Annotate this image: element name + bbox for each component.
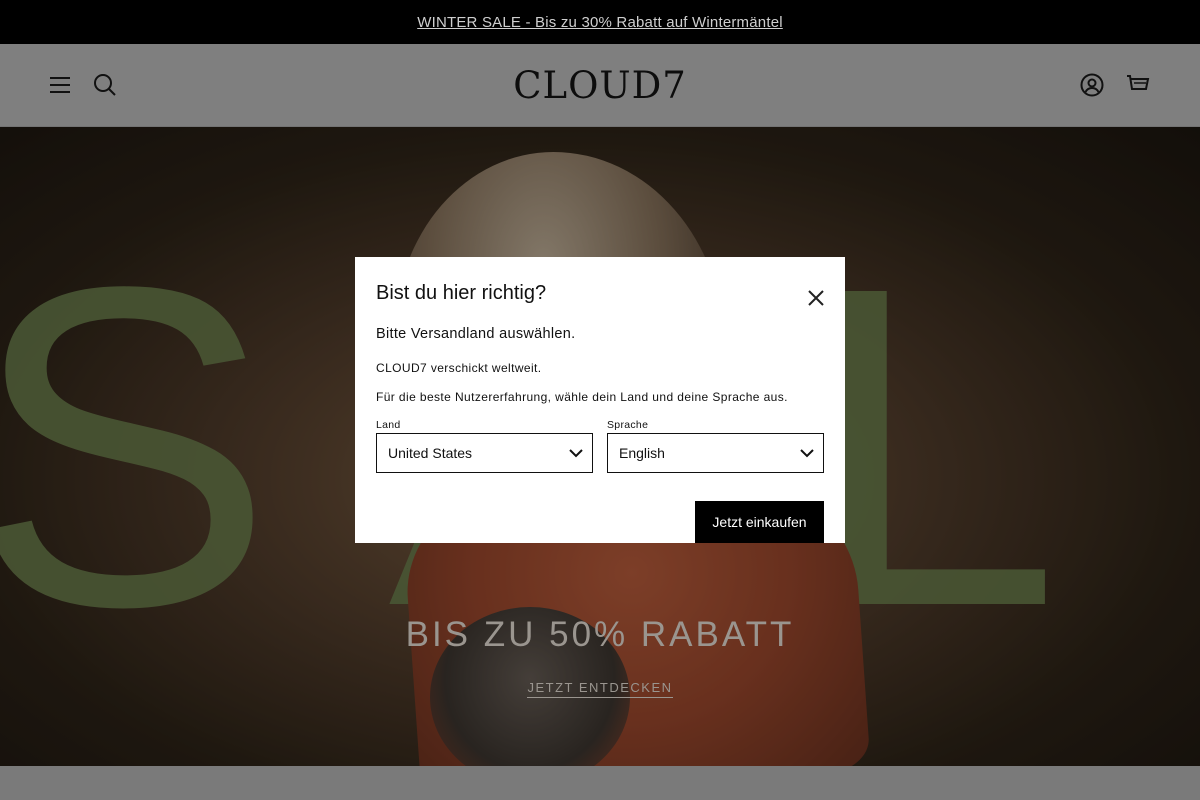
hero-title: BIS ZU 50% RABATT [405,615,795,654]
modal-subtitle: Bitte Versandland auswählen. [376,326,576,342]
country-label: Land [376,419,401,431]
country-select[interactable]: United States [376,433,593,473]
language-label: Sprache [607,419,649,431]
modal-text-shipping: CLOUD7 verschickt weltweit. [376,361,542,375]
hero-cta-link[interactable]: JETZT ENTDECKEN [527,680,673,698]
header-overlay [0,44,1200,127]
language-value: English [619,445,665,461]
close-icon[interactable] [804,286,828,310]
bottom-strip [0,766,1200,800]
announcement-link[interactable]: WINTER SALE - Bis zu 30% Rabatt auf Wint… [417,14,783,31]
chevron-down-icon [569,449,583,458]
chevron-down-icon [800,449,814,458]
modal-text-experience: Für die beste Nutzererfahrung, wähle dei… [376,390,788,404]
announcement-bar: WINTER SALE - Bis zu 30% Rabatt auf Wint… [0,0,1200,44]
region-modal: Bist du hier richtig? Bitte Versandland … [355,257,845,543]
hero-link-wrapper: JETZT ENTDECKEN [500,679,700,698]
language-select[interactable]: English [607,433,824,473]
shop-now-button[interactable]: Jetzt einkaufen [695,501,824,543]
country-value: United States [388,445,473,461]
modal-title: Bist du hier richtig? [376,282,547,304]
